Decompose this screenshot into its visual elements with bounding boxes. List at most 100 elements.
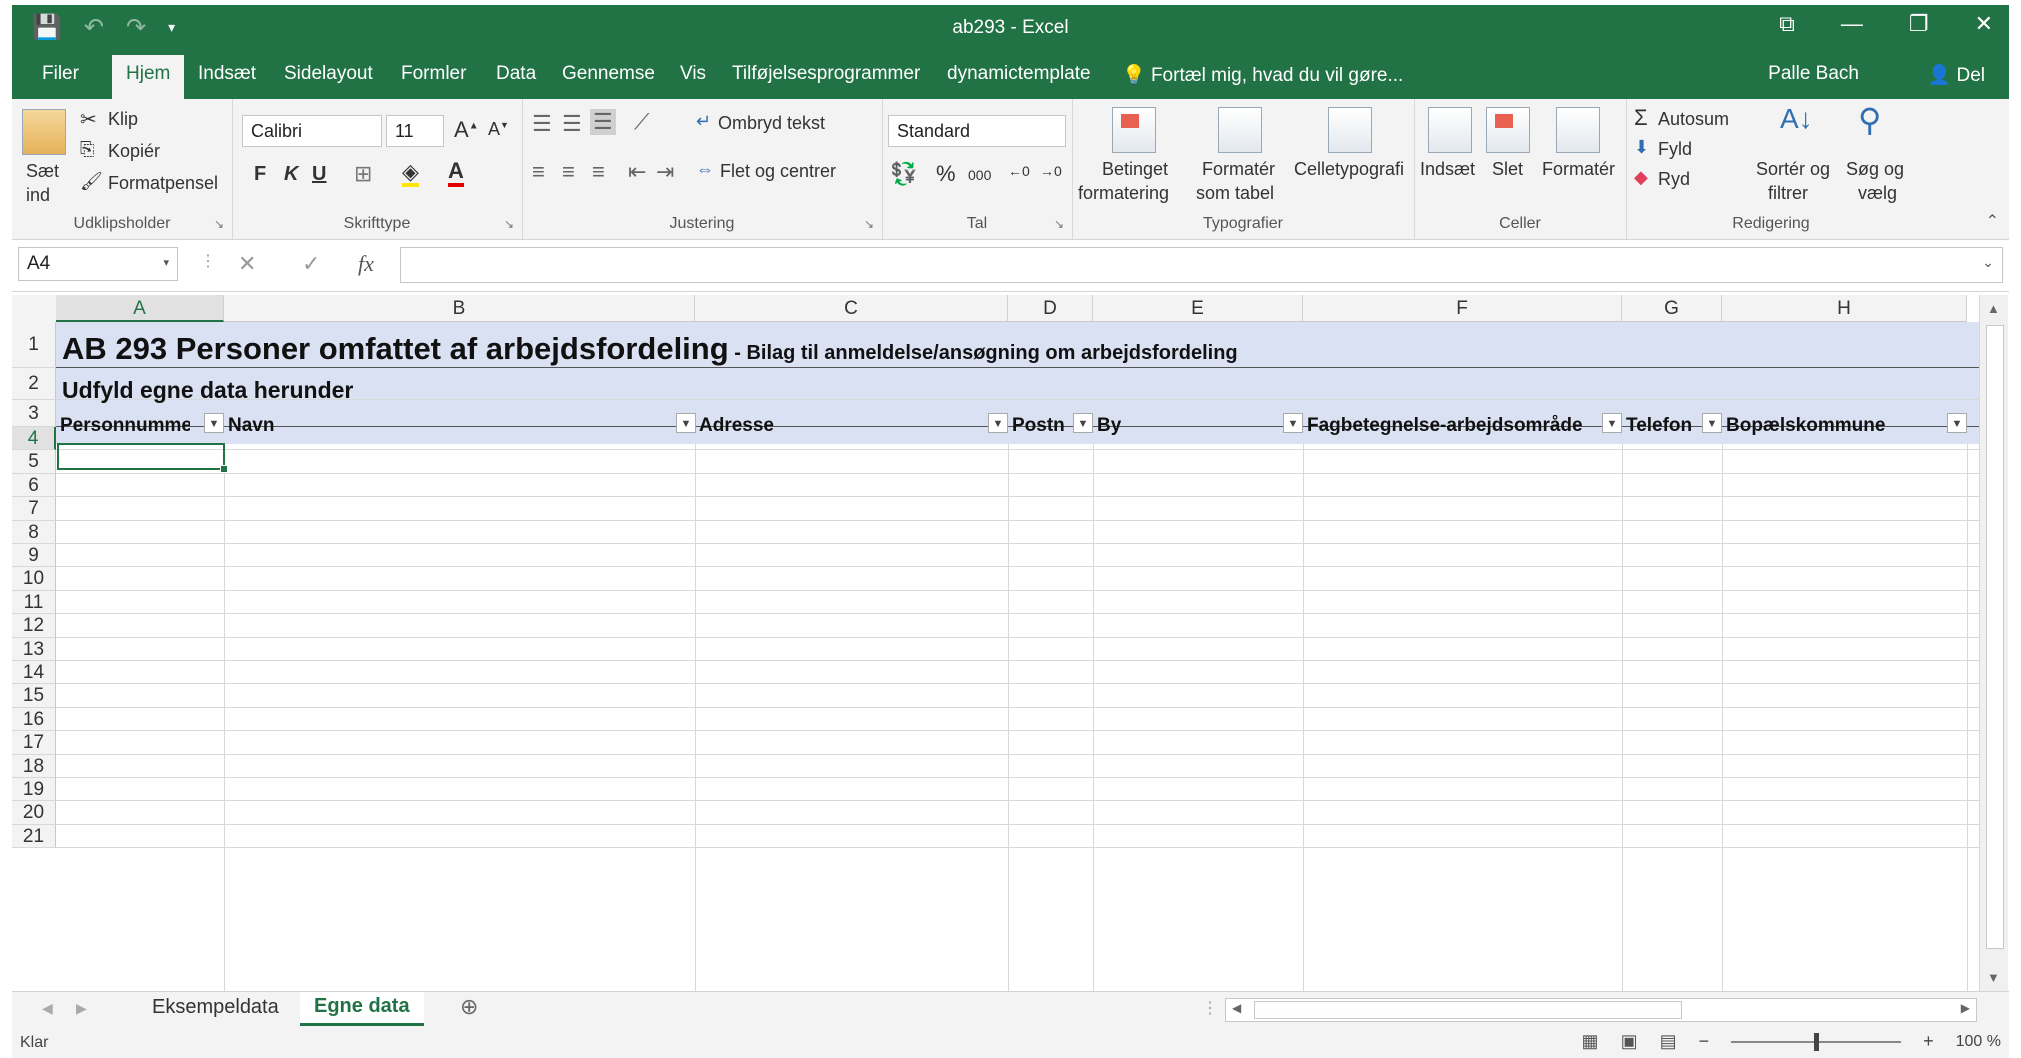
zoom-out-icon[interactable]: −: [1699, 1031, 1710, 1052]
scroll-left-icon[interactable]: ◀: [1232, 1001, 1241, 1015]
row-header-10[interactable]: 10: [12, 567, 56, 591]
increase-decimal-icon[interactable]: ←0: [1008, 163, 1030, 179]
column-header-b[interactable]: B: [224, 295, 695, 322]
row-header-7[interactable]: 7: [12, 497, 56, 521]
filter-dropdown-icon[interactable]: ▼: [1702, 413, 1722, 433]
header-by[interactable]: By: [1097, 415, 1121, 437]
row-header-14[interactable]: 14: [12, 661, 56, 685]
wrap-text-icon[interactable]: ↵: [696, 111, 711, 132]
thousands-button[interactable]: 000: [968, 167, 991, 183]
zoom-slider-knob[interactable]: [1814, 1032, 1820, 1051]
cut-button[interactable]: Klip: [108, 109, 138, 130]
filter-dropdown-icon[interactable]: ▼: [204, 413, 224, 433]
sheet-tab-eksempeldata[interactable]: Eksempeldata: [152, 996, 279, 1019]
align-center-icon[interactable]: ≡: [562, 159, 575, 185]
row-header-11[interactable]: 11: [12, 590, 56, 615]
add-sheet-icon[interactable]: ⊕: [460, 994, 478, 1020]
enter-icon[interactable]: ✓: [302, 251, 320, 277]
merge-center-icon[interactable]: ⇔: [696, 159, 714, 180]
font-size-select[interactable]: 11: [386, 115, 444, 147]
sort-filter-button-line2[interactable]: filtrer: [1768, 183, 1808, 204]
column-header-a[interactable]: A: [56, 295, 224, 322]
align-left-icon[interactable]: ≡: [532, 159, 545, 185]
sheet-scroll-left-icon[interactable]: ◀: [42, 1000, 53, 1017]
vertical-scroll-thumb[interactable]: [1986, 325, 2004, 949]
active-cell-a4[interactable]: [57, 443, 228, 473]
align-top-icon[interactable]: ☰: [532, 111, 552, 137]
tab-hjem[interactable]: Hjem: [112, 55, 185, 99]
tab-filer[interactable]: Filer: [42, 63, 79, 85]
insert-cells-icon[interactable]: [1428, 107, 1472, 153]
scroll-up-icon[interactable]: ▲: [1987, 301, 2000, 316]
find-select-button-line2[interactable]: vælg: [1858, 183, 1897, 204]
user-name[interactable]: Palle Bach: [1768, 63, 1859, 85]
fill-button[interactable]: Fyld: [1658, 139, 1692, 160]
chevron-down-icon[interactable]: ▾: [163, 256, 169, 269]
filter-dropdown-icon[interactable]: ▼: [1073, 413, 1093, 433]
format-painter-button[interactable]: Formatpensel: [108, 173, 218, 194]
row-header-15[interactable]: 15: [12, 684, 56, 708]
cancel-icon[interactable]: ✕: [238, 251, 256, 277]
row-header-9[interactable]: 9: [12, 544, 56, 568]
accounting-format-icon[interactable]: 💱: [890, 161, 917, 187]
copy-icon[interactable]: ⎘: [80, 139, 94, 160]
tab-dynamictemplate[interactable]: dynamictemplate: [947, 63, 1091, 85]
header-telefon[interactable]: Telefon: [1626, 415, 1702, 437]
filter-dropdown-icon[interactable]: ▼: [988, 413, 1008, 433]
split-handle-icon[interactable]: ⋮: [1202, 998, 1218, 1018]
header-postnr[interactable]: Postn: [1012, 415, 1072, 437]
tab-gennemse[interactable]: Gennemse: [562, 63, 655, 85]
paste-button[interactable]: Sæt: [26, 161, 59, 182]
shrink-font-icon[interactable]: A▼: [488, 119, 509, 140]
row-header-5[interactable]: 5: [12, 450, 56, 474]
header-bopaelskommune[interactable]: Bopælskommune: [1726, 415, 1885, 437]
filter-dropdown-icon[interactable]: ▼: [1283, 413, 1303, 433]
column-header-f[interactable]: F: [1303, 295, 1622, 322]
autosum-icon[interactable]: Σ: [1634, 105, 1648, 131]
copy-button[interactable]: Kopiér: [108, 141, 160, 162]
normal-view-icon[interactable]: ▦: [1582, 1031, 1599, 1052]
filter-dropdown-icon[interactable]: ▼: [1947, 413, 1967, 433]
tab-sidelayout[interactable]: Sidelayout: [284, 63, 373, 85]
align-bottom-icon[interactable]: ☰: [590, 109, 616, 135]
conditional-formatting-button[interactable]: Betinget: [1102, 159, 1168, 180]
vertical-scrollbar[interactable]: ▲ ▼: [1979, 295, 2008, 991]
font-color-icon[interactable]: A: [448, 159, 464, 187]
percent-button[interactable]: %: [936, 161, 956, 187]
format-as-table-button[interactable]: Formatér: [1202, 159, 1275, 180]
row-header-12[interactable]: 12: [12, 614, 56, 638]
italic-button[interactable]: K: [284, 163, 298, 186]
collapse-ribbon-icon[interactable]: ⌃: [1986, 211, 1999, 231]
tab-data[interactable]: Data: [496, 63, 536, 85]
column-header-e[interactable]: E: [1093, 295, 1303, 322]
increase-indent-icon[interactable]: ⇥: [656, 159, 674, 185]
fill-color-icon[interactable]: ◈: [402, 161, 419, 187]
column-header-c[interactable]: C: [695, 295, 1008, 322]
autosum-button[interactable]: Autosum: [1658, 109, 1729, 130]
cut-icon[interactable]: ✂: [80, 107, 97, 132]
conditional-formatting-icon[interactable]: [1112, 107, 1156, 153]
cell-styles-icon[interactable]: [1328, 107, 1372, 153]
column-header-h[interactable]: H: [1722, 295, 1967, 322]
font-name-select[interactable]: Calibri: [242, 115, 382, 147]
decrease-indent-icon[interactable]: ⇤: [628, 159, 646, 185]
page-layout-view-icon[interactable]: ▣: [1621, 1031, 1638, 1052]
zoom-level[interactable]: 100 %: [1956, 1033, 2001, 1051]
row-header-13[interactable]: 13: [12, 637, 56, 661]
format-painter-icon[interactable]: 🖌: [80, 171, 103, 192]
tab-vis[interactable]: Vis: [680, 63, 706, 85]
select-all-corner[interactable]: [12, 295, 57, 323]
dialog-launcher-icon[interactable]: ↘: [1054, 217, 1064, 231]
decrease-decimal-icon[interactable]: →0: [1040, 163, 1062, 179]
header-navn[interactable]: Navn: [228, 415, 274, 437]
merge-center-button[interactable]: Flet og centrer: [720, 161, 836, 182]
row-header-18[interactable]: 18: [12, 754, 56, 778]
row-header-16[interactable]: 16: [12, 707, 56, 732]
align-right-icon[interactable]: ≡: [592, 159, 605, 185]
horizontal-scrollbar[interactable]: ◀ ▶: [1225, 998, 1977, 1022]
row-header-4[interactable]: 4: [12, 427, 56, 451]
sort-filter-icon[interactable]: A↓: [1780, 103, 1813, 135]
minimize-icon[interactable]: —: [1841, 11, 1863, 37]
zoom-slider[interactable]: [1731, 1032, 1902, 1051]
header-fagbetegnelse[interactable]: Fagbetegnelse-arbejdsområde: [1307, 415, 1601, 437]
